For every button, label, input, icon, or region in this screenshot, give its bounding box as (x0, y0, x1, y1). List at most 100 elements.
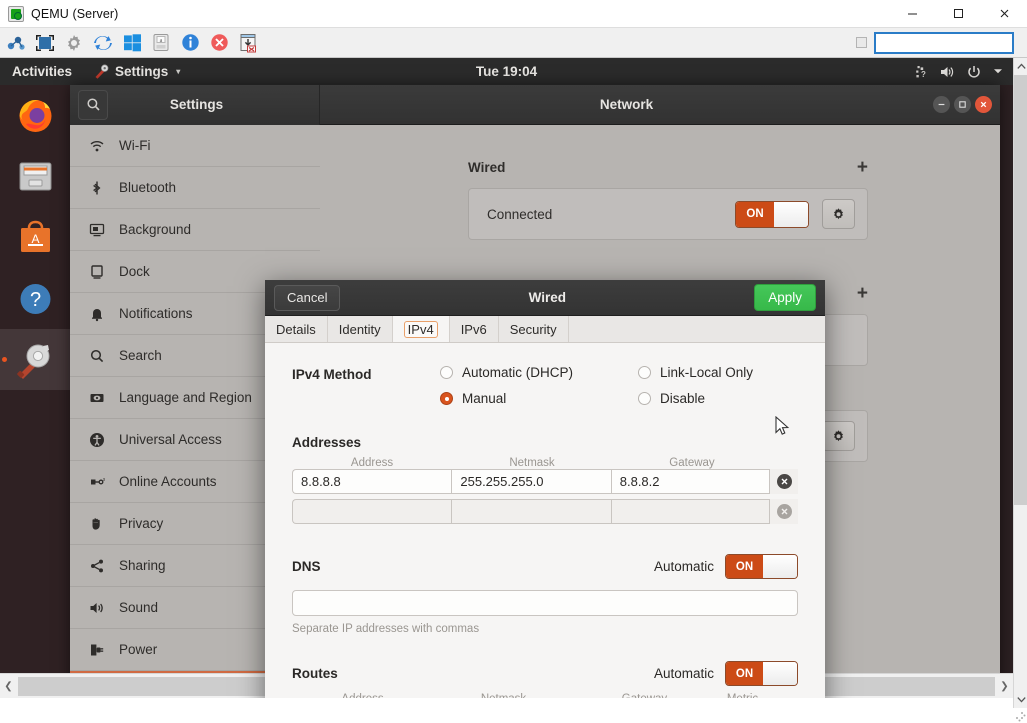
scroll-right-button[interactable]: ❯ (996, 674, 1013, 699)
routes-header: Routes Automatic ON (292, 661, 798, 686)
connected-toggle[interactable]: ON (735, 201, 809, 228)
cancel-icon[interactable] (206, 30, 232, 56)
netmask-input-0[interactable]: 255.255.255.0 (451, 469, 610, 494)
add-vpn-button[interactable]: + (857, 287, 868, 301)
scroll-down-button[interactable] (1014, 691, 1027, 708)
dns-header: DNS Automatic ON (292, 554, 798, 579)
background-icon (88, 221, 105, 238)
tab-identity[interactable]: Identity (328, 316, 393, 342)
fullscreen-icon[interactable] (32, 30, 58, 56)
sidebar-item-label: Bluetooth (119, 180, 176, 195)
netmask-input-1[interactable] (451, 499, 610, 524)
svg-text:a: a (160, 38, 163, 44)
tab-details[interactable]: Details (265, 316, 328, 342)
radio-label: Link-Local Only (660, 365, 753, 380)
dns-servers-input[interactable] (292, 590, 798, 616)
apply-button[interactable]: Apply (754, 284, 816, 311)
volume-icon[interactable] (939, 64, 955, 80)
toggle-on-label: ON (736, 202, 774, 227)
app-menu-label: Settings (115, 64, 168, 79)
power-plug-icon (88, 641, 105, 658)
maximize-icon[interactable] (954, 96, 971, 113)
tab-ipv6[interactable]: IPv6 (450, 316, 499, 342)
dns-automatic-toggle[interactable]: ON (725, 554, 798, 579)
radio-link-local-only[interactable]: Link-Local Only (638, 365, 753, 380)
add-wired-button[interactable]: + (857, 161, 868, 175)
column-header-address: Address (292, 457, 452, 469)
delete-address-row-0[interactable] (770, 469, 798, 494)
sidebar-item-label: Dock (119, 264, 150, 279)
radio-label: Disable (660, 391, 705, 406)
network-panel-title: Network (320, 97, 933, 112)
snapshot-icon[interactable]: a (148, 30, 174, 56)
wired-settings-dialog: Cancel Wired Apply Details Identity IPv4… (265, 280, 825, 698)
dock-item-ubuntu-software[interactable]: A (0, 207, 70, 268)
toggle-on-label: ON (726, 662, 763, 685)
activities-button[interactable]: Activities (12, 64, 72, 79)
sidebar-item-background[interactable]: Background (70, 209, 320, 250)
wired-settings-button[interactable] (822, 199, 855, 229)
search-icon (86, 97, 101, 112)
sidebar-item-bluetooth[interactable]: Bluetooth (70, 167, 320, 208)
chevron-down-icon[interactable] (993, 64, 1003, 80)
vertical-scroll-thumb[interactable] (1014, 75, 1027, 505)
app-menu-settings[interactable]: Settings ▾ (94, 64, 180, 79)
scroll-up-button[interactable] (1014, 58, 1027, 75)
dock-item-firefox[interactable] (0, 85, 70, 146)
host-window-title: QEMU (Server) (31, 7, 118, 21)
dock-item-settings[interactable] (0, 329, 70, 390)
routes-automatic-toggle[interactable]: ON (725, 661, 798, 686)
tab-ipv4[interactable]: IPv4 (393, 316, 450, 342)
wired-section-title: Wired + (468, 160, 868, 175)
scroll-left-button[interactable]: ❮ (0, 674, 17, 699)
tab-label: Security (510, 322, 557, 337)
settings-sidebar-header: Settings (70, 85, 320, 125)
column-header-netmask: Netmask (452, 457, 612, 469)
resize-grip[interactable] (1013, 709, 1026, 722)
sidebar-item-wi-fi[interactable]: Wi-Fi (70, 125, 320, 166)
qemu-icon (8, 6, 24, 22)
info-icon[interactable] (177, 30, 203, 56)
vertical-scrollbar[interactable] (1013, 58, 1027, 708)
delete-address-row-1[interactable] (770, 499, 798, 524)
close-icon[interactable] (975, 96, 992, 113)
dock-item-files[interactable] (0, 146, 70, 207)
host-address-input[interactable] (874, 32, 1014, 54)
search-button[interactable] (78, 90, 108, 120)
delete-circle-icon (777, 504, 792, 519)
tab-security[interactable]: Security (499, 316, 569, 342)
search-icon (88, 347, 105, 364)
close-icon[interactable] (981, 0, 1027, 28)
tab-label: Details (276, 322, 316, 337)
cancel-button[interactable]: Cancel (274, 285, 340, 311)
refresh-icon[interactable] (90, 30, 116, 56)
gateway-input-1[interactable] (611, 499, 770, 524)
gateway-input-0[interactable]: 8.8.8.2 (611, 469, 770, 494)
settings-title: Settings (108, 97, 285, 112)
network-icon[interactable] (3, 30, 29, 56)
wired-section: Wired + Connected ON (468, 160, 868, 240)
accessibility-icon[interactable]: ? (912, 64, 928, 80)
online-accounts-icon: s (88, 473, 105, 490)
maximize-icon[interactable] (935, 0, 981, 28)
address-input-1[interactable] (292, 499, 451, 524)
settings-icon[interactable] (61, 30, 87, 56)
address-input-0[interactable]: 8.8.8.8 (292, 469, 451, 494)
chevron-up-icon (1017, 63, 1026, 70)
minimize-icon[interactable] (933, 96, 950, 113)
sidebar-item-label: Notifications (119, 306, 193, 321)
radio-automatic-dhcp[interactable]: Automatic (DHCP) (440, 365, 638, 380)
proxy-settings-button[interactable] (822, 421, 855, 451)
dock: A ? (0, 85, 70, 698)
save-icon[interactable] (235, 30, 261, 56)
host-window-controls (889, 0, 1027, 28)
power-icon[interactable] (966, 64, 982, 80)
radio-manual[interactable]: Manual (440, 391, 638, 406)
windows-icon[interactable] (119, 30, 145, 56)
radio-disable[interactable]: Disable (638, 391, 753, 406)
gear-icon (831, 429, 846, 444)
minimize-icon[interactable] (889, 0, 935, 28)
ipv4-method-row: IPv4 Method Automatic (DHCP) Manual (292, 365, 798, 406)
dock-item-help[interactable]: ? (0, 268, 70, 329)
sidebar-item-label: Sharing (119, 558, 166, 573)
